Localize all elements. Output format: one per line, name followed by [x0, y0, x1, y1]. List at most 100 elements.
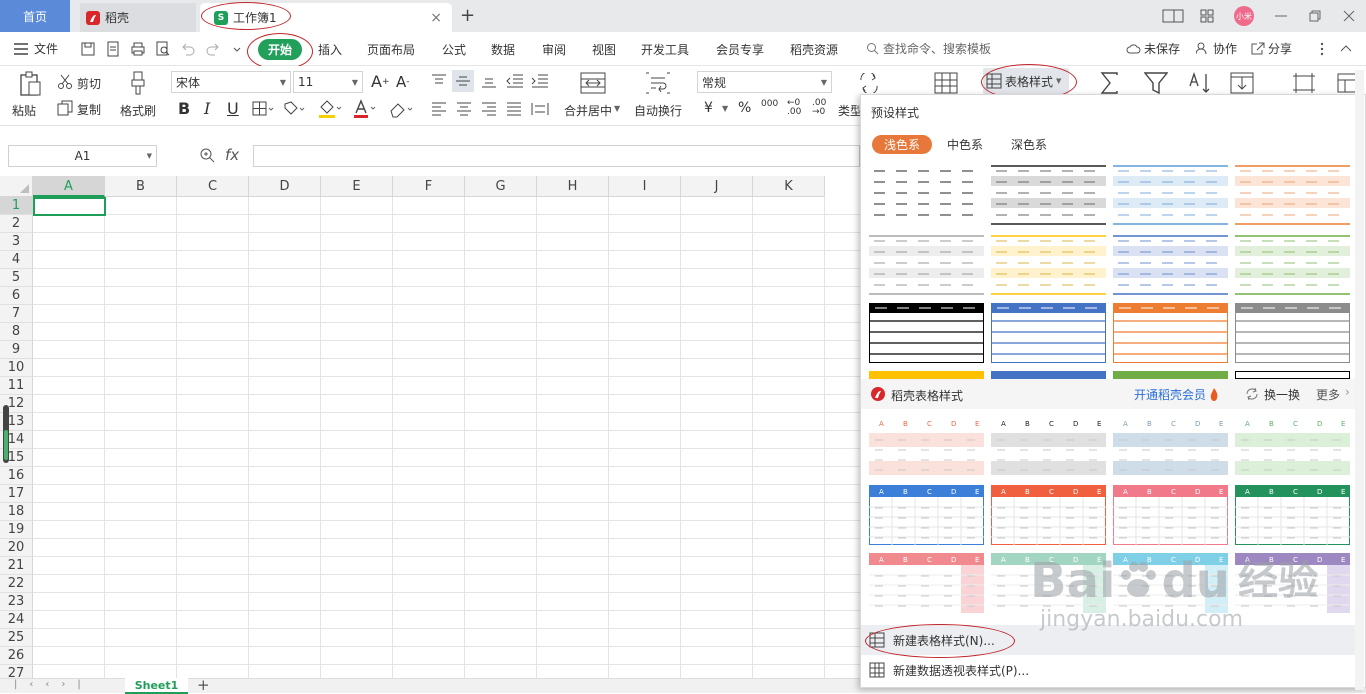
decrease-font-icon[interactable]: A- — [396, 73, 410, 91]
bold-icon[interactable]: B — [178, 99, 190, 118]
preset-style-tile-partial[interactable] — [1113, 371, 1228, 379]
selected-cell[interactable] — [33, 197, 106, 216]
undo-icon[interactable] — [180, 41, 196, 57]
menu-data[interactable]: 数据 — [491, 41, 515, 58]
merge-center-button[interactable]: 合并居中 — [564, 102, 612, 119]
column-header[interactable]: A — [33, 176, 105, 197]
row-header[interactable]: 24 — [0, 611, 33, 629]
preset-style-tile[interactable] — [869, 303, 984, 363]
currency-icon[interactable]: ¥ — [704, 100, 713, 116]
fill-pattern-icon[interactable] — [283, 101, 305, 117]
export-pdf-icon[interactable] — [105, 41, 121, 57]
row-header[interactable]: 26 — [0, 647, 33, 665]
type-convert-button[interactable]: 类型 — [838, 102, 862, 119]
preset-style-tile-partial[interactable] — [1235, 371, 1350, 379]
preset-style-tile[interactable] — [1235, 303, 1350, 363]
sheet-tab-sheet1[interactable]: Sheet1 — [125, 678, 188, 694]
font-size-select[interactable]: 11 ▼ — [293, 71, 363, 93]
row-header[interactable]: 17 — [0, 485, 33, 503]
row-header[interactable]: 5 — [0, 269, 33, 287]
clear-format-icon[interactable] — [388, 100, 414, 118]
share-button[interactable]: 分享 — [1251, 40, 1292, 57]
merge-dropdown-icon[interactable]: ▼ — [614, 104, 620, 113]
underline-icon[interactable]: U — [227, 99, 239, 118]
avatar[interactable]: 小米 — [1234, 6, 1254, 26]
fill-color-icon[interactable] — [318, 99, 342, 119]
preset-style-tile[interactable] — [1235, 235, 1350, 295]
font-color-icon[interactable] — [353, 99, 377, 119]
sheet-nav-arrows[interactable]: |‹‹›| — [14, 679, 93, 690]
row-header[interactable]: 9 — [0, 341, 33, 359]
row-header[interactable]: 3 — [0, 233, 33, 251]
daoke-style-tile[interactable]: A B C D E — [869, 417, 984, 477]
row-header[interactable]: 19 — [0, 521, 33, 539]
menu-member[interactable]: 会员专享 — [716, 41, 764, 58]
column-header[interactable]: C — [177, 176, 249, 197]
tab-start[interactable]: 开始 — [258, 39, 302, 60]
menu-page-layout[interactable]: 页面布局 — [367, 41, 415, 58]
row-header[interactable]: 25 — [0, 629, 33, 647]
italic-icon[interactable]: I — [204, 99, 210, 118]
daoke-style-tile[interactable]: A B C D E — [1235, 417, 1350, 477]
number-format-select[interactable]: 常规 ▼ — [697, 71, 832, 93]
currency-dropdown-icon[interactable]: ▼ — [722, 104, 728, 113]
border-icon[interactable] — [252, 101, 274, 117]
column-header[interactable]: I — [609, 176, 681, 197]
daoke-style-tile[interactable]: A B C D E — [1235, 485, 1350, 545]
preset-style-tile[interactable] — [1113, 303, 1228, 363]
formula-input[interactable] — [253, 145, 860, 167]
row-header[interactable]: 16 — [0, 467, 33, 485]
fill-down-icon[interactable] — [1230, 72, 1254, 94]
more-button[interactable]: 更多 — [1316, 386, 1340, 403]
tab-light[interactable]: 浅色系 — [872, 135, 932, 154]
new-tab-button[interactable]: + — [460, 5, 475, 26]
vertical-scrollbar[interactable] — [1355, 70, 1364, 690]
column-header[interactable]: D — [249, 176, 321, 197]
align-middle-icon[interactable] — [455, 74, 471, 88]
column-header[interactable]: B — [105, 176, 177, 197]
open-member-link[interactable]: 开通稻壳会员 — [1134, 386, 1206, 403]
thousands-icon[interactable]: 000 — [761, 99, 778, 109]
increase-font-icon[interactable]: A + — [371, 72, 390, 91]
justify-icon[interactable] — [506, 102, 522, 116]
daoke-style-tile[interactable]: A B C D E — [869, 553, 984, 613]
add-sheet-button[interactable]: + — [197, 676, 210, 694]
column-header[interactable]: J — [681, 176, 753, 197]
restore-icon[interactable] — [1298, 10, 1332, 22]
command-search[interactable]: 查找命令、搜索模板 — [866, 40, 991, 57]
close-tab-icon[interactable]: × — [430, 10, 442, 26]
collab-button[interactable]: 协作 — [1196, 40, 1237, 57]
daoke-style-tile[interactable]: A B C D E — [1113, 417, 1228, 477]
align-left-icon[interactable] — [431, 102, 447, 116]
row-header[interactable]: 6 — [0, 287, 33, 305]
menu-daoke-resources[interactable]: 稻壳资源 — [790, 41, 838, 58]
layout-icon[interactable] — [1156, 9, 1190, 23]
row-header[interactable]: 23 — [0, 593, 33, 611]
column-header[interactable]: G — [465, 176, 537, 197]
select-all-corner[interactable] — [0, 176, 33, 197]
paste-button[interactable]: 粘贴 — [12, 102, 36, 119]
row-header[interactable]: 20 — [0, 539, 33, 557]
unsaved-button[interactable]: 未保存 — [1126, 40, 1180, 57]
fx-button[interactable]: fx — [225, 146, 239, 164]
more-vertical-icon[interactable] — [1314, 41, 1330, 57]
preset-style-tile[interactable] — [991, 235, 1106, 295]
preset-style-tile[interactable] — [1113, 165, 1228, 225]
collapse-ribbon-icon[interactable] — [1338, 41, 1354, 57]
wrap-text-button[interactable]: 自动换行 — [634, 102, 682, 119]
preset-style-tile[interactable] — [1235, 165, 1350, 225]
row-header[interactable]: 7 — [0, 305, 33, 323]
redo-icon[interactable] — [205, 41, 221, 57]
preset-style-tile[interactable] — [869, 165, 984, 225]
row-header[interactable]: 18 — [0, 503, 33, 521]
menu-file[interactable]: 文件 — [14, 40, 58, 57]
table-style-button[interactable]: 表格样式 ▼ — [983, 68, 1069, 94]
row-header[interactable]: 22 — [0, 575, 33, 593]
daoke-style-tile[interactable]: A B C D E — [1235, 553, 1350, 613]
menu-formulas[interactable]: 公式 — [442, 41, 466, 58]
row-header[interactable]: 21 — [0, 557, 33, 575]
copy-button[interactable]: 复制 — [77, 101, 101, 118]
row-header[interactable]: 4 — [0, 251, 33, 269]
increase-indent-icon[interactable] — [531, 74, 549, 88]
row-header[interactable]: 10 — [0, 359, 33, 377]
